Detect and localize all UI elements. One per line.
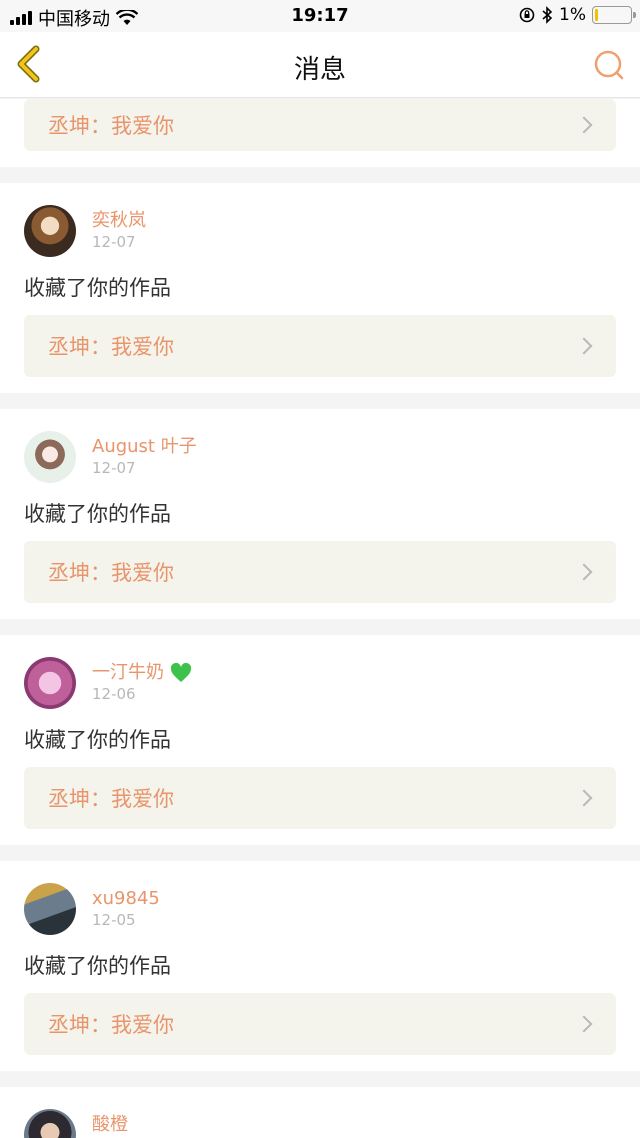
chevron-right-icon	[575, 563, 593, 581]
status-bar: 中国移动 19:17 1%	[0, 0, 640, 32]
action-text: 收藏了你的作品	[24, 502, 171, 526]
message-card: 一汀牛奶 12-06 收藏了你的作品 丞坤：我爱你	[0, 635, 640, 845]
message-card: 丞坤：我爱你	[0, 99, 640, 167]
action-text: 收藏了你的作品	[24, 728, 171, 752]
action-text: 收藏了你的作品	[24, 954, 171, 978]
work-link[interactable]: 丞坤：我爱你	[24, 315, 616, 377]
nav-bar: 消息	[0, 32, 640, 98]
avatar[interactable]	[24, 431, 76, 483]
work-title: 丞坤：我爱你	[48, 335, 174, 359]
message-card: 奕秋岚 12-07 收藏了你的作品 丞坤：我爱你	[0, 183, 640, 393]
message-date: 12-07	[92, 459, 136, 477]
page-title: 消息	[293, 55, 346, 85]
avatar[interactable]	[24, 657, 76, 709]
chevron-right-icon	[575, 337, 593, 355]
chevron-right-icon	[575, 116, 593, 134]
user-row: August 叶子 12-07	[24, 429, 616, 485]
message-date: 12-06	[92, 685, 136, 703]
chevron-right-icon	[575, 1015, 593, 1033]
user-row: 奕秋岚 12-07	[24, 203, 616, 259]
work-title: 丞坤：我爱你	[48, 787, 174, 811]
work-link[interactable]: 丞坤：我爱你	[24, 767, 616, 829]
work-title: 丞坤：我爱你	[48, 114, 174, 138]
battery-percent: 1%	[559, 5, 586, 25]
bluetooth-icon	[542, 6, 553, 24]
user-row: 一汀牛奶 12-06	[24, 655, 616, 711]
user-name[interactable]: 酸橙	[92, 1114, 136, 1136]
user-name[interactable]: 一汀牛奶	[92, 662, 192, 684]
search-icon[interactable]	[592, 48, 626, 82]
user-name[interactable]: August 叶子	[92, 436, 197, 458]
message-card: 酸橙 12-05	[0, 1087, 640, 1138]
work-link[interactable]: 丞坤：我爱你	[24, 541, 616, 603]
message-date: 12-07	[92, 233, 136, 251]
work-link[interactable]: 丞坤：我爱你	[24, 99, 616, 151]
user-row: 酸橙 12-05	[24, 1107, 616, 1138]
message-card: August 叶子 12-07 收藏了你的作品 丞坤：我爱你	[0, 409, 640, 619]
message-card: xu9845 12-05 收藏了你的作品 丞坤：我爱你	[0, 861, 640, 1071]
user-name-text: 一汀牛奶	[92, 662, 164, 683]
work-title: 丞坤：我爱你	[48, 1013, 174, 1037]
chevron-right-icon	[575, 789, 593, 807]
work-title: 丞坤：我爱你	[48, 561, 174, 585]
avatar[interactable]	[24, 205, 76, 257]
status-right: 1%	[519, 5, 636, 25]
user-name[interactable]: xu9845	[92, 888, 160, 910]
work-link[interactable]: 丞坤：我爱你	[24, 993, 616, 1055]
action-text: 收藏了你的作品	[24, 276, 171, 300]
user-row: xu9845 12-05	[24, 881, 616, 937]
user-name[interactable]: 奕秋岚	[92, 210, 146, 232]
message-feed: 丞坤：我爱你 奕秋岚 12-07 收藏了你的作品 丞坤：我爱你 August 叶…	[0, 99, 640, 1138]
avatar[interactable]	[24, 1109, 76, 1138]
orientation-lock-icon	[519, 7, 535, 23]
green-heart-icon	[170, 663, 192, 682]
message-date: 12-05	[92, 911, 136, 929]
avatar[interactable]	[24, 883, 76, 935]
battery-icon	[592, 6, 636, 24]
